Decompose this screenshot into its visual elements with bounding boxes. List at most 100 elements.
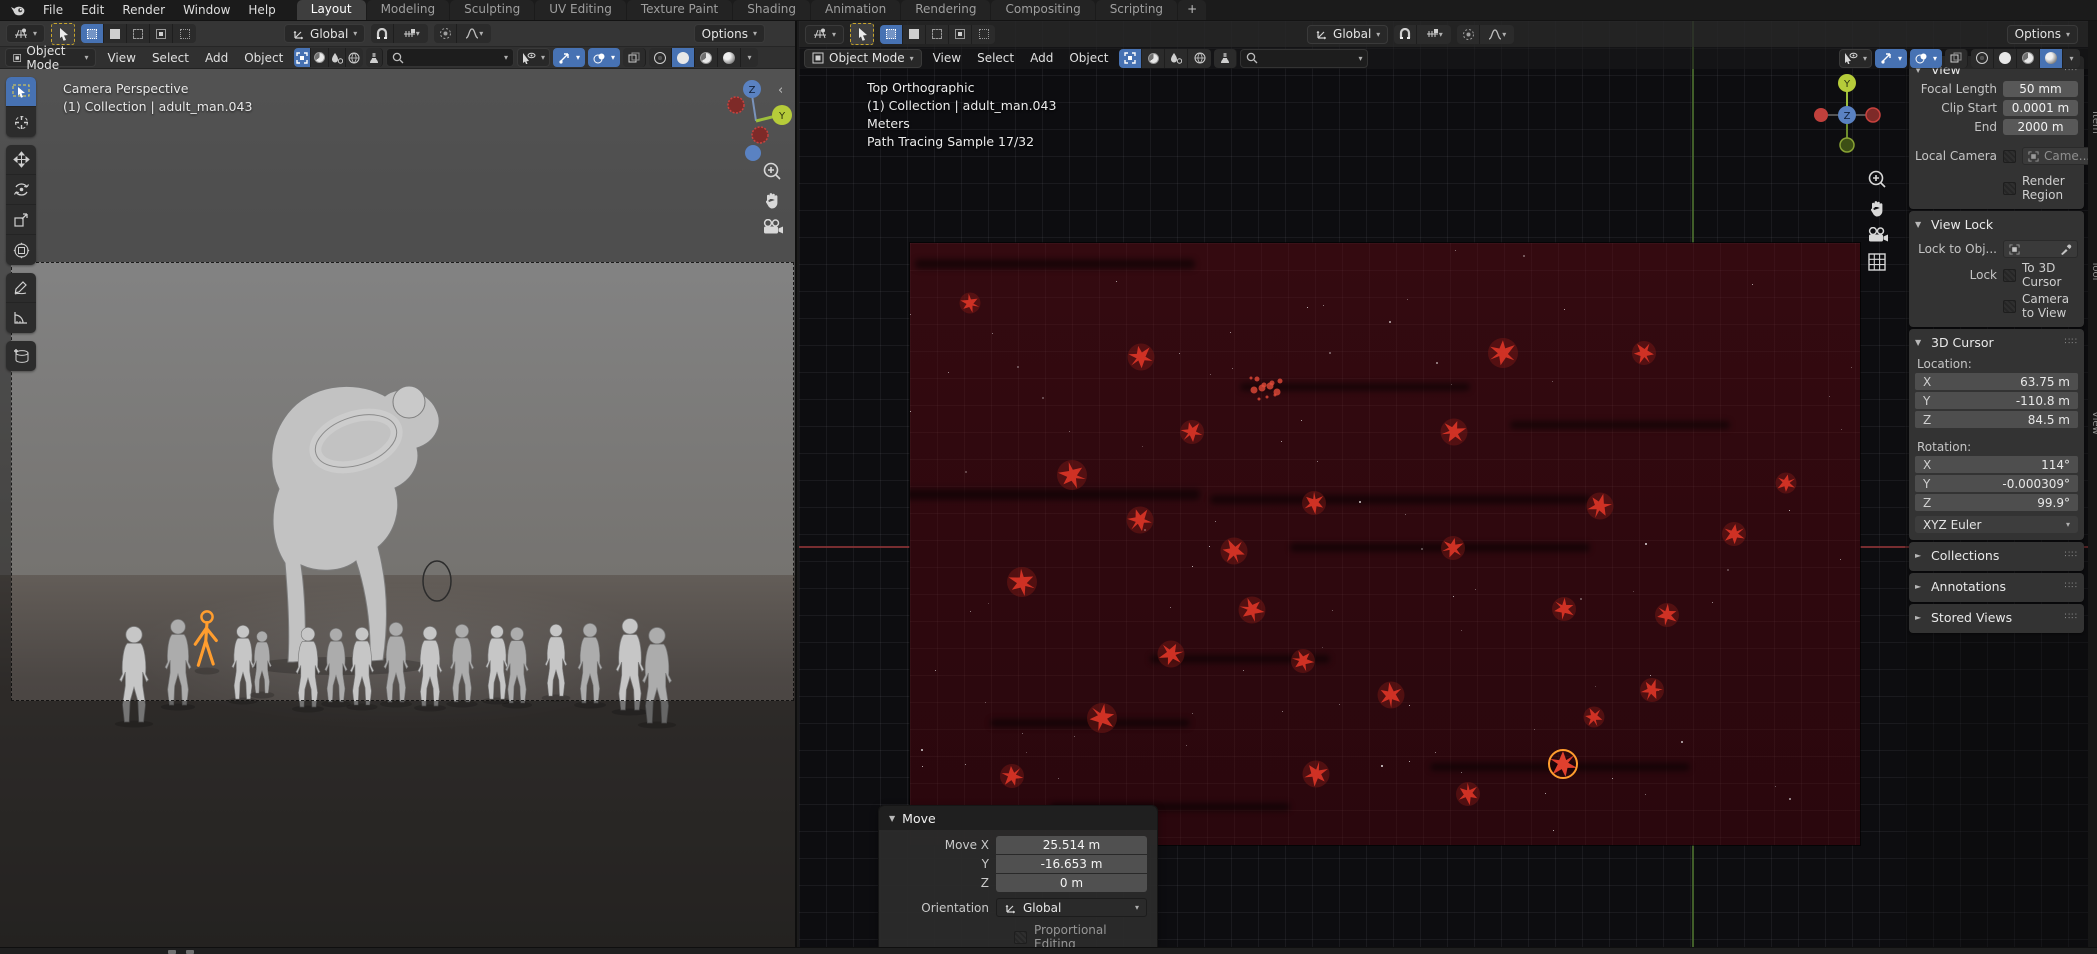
gizmos-dropdown[interactable]: ▾ (553, 48, 585, 67)
to-3d-cursor-checkbox[interactable] (2003, 269, 2016, 282)
tool-move[interactable] (6, 145, 36, 175)
tab-compositing[interactable]: Compositing (991, 0, 1094, 20)
tab-modeling[interactable]: Modeling (367, 0, 450, 20)
panel-view-lock-header[interactable]: ▼ View Lock (1915, 215, 2078, 233)
focal-length-field[interactable]: 50 mm (2003, 81, 2078, 97)
shading-material-icon[interactable] (695, 48, 718, 67)
pan-hand-icon[interactable] (762, 190, 782, 210)
xray-toggle-icon[interactable] (623, 48, 646, 67)
mode-dropdown[interactable]: Object Mode ▾ (804, 49, 922, 68)
viewport-menu-select[interactable]: Select (144, 48, 197, 68)
add-workspace-tab[interactable]: + (1178, 0, 1206, 20)
statusbar-icon[interactable] (186, 950, 194, 954)
camera-to-view-checkbox[interactable] (2003, 300, 2016, 313)
zoom-icon[interactable] (1867, 169, 1887, 189)
cursor-rotation-x-field[interactable]: X114° (1915, 456, 2078, 473)
shading-material-icon[interactable] (2017, 49, 2040, 68)
mode-dropdown[interactable]: Object Mode ▾ (5, 48, 96, 67)
brush-icon[interactable] (1214, 49, 1237, 68)
panel-3d-cursor-header[interactable]: ▼ 3D Cursor ∷∷ (1915, 333, 2078, 351)
tool-cursor[interactable] (6, 107, 36, 137)
shading-solid-icon[interactable] (672, 48, 695, 67)
tab-uv-editing[interactable]: UV Editing (535, 0, 626, 20)
tab-rendering[interactable]: Rendering (901, 0, 990, 20)
select-mode-set[interactable] (81, 24, 104, 43)
transform-orientation-dropdown[interactable]: Global ▾ (1307, 25, 1388, 44)
search-input[interactable] (408, 51, 500, 65)
options-dropdown[interactable]: Options ▾ (694, 24, 765, 43)
viewport-menu-object[interactable]: Object (236, 48, 291, 68)
clip-end-field[interactable]: 2000 m (2003, 119, 2078, 135)
zoom-icon[interactable] (762, 161, 782, 181)
menu-render[interactable]: Render (113, 0, 174, 21)
cursor-location-x-field[interactable]: X63.75 m (1915, 373, 2078, 390)
options-dropdown[interactable]: Options ▾ (2007, 25, 2078, 44)
cursor-rotation-z-field[interactable]: Z99.9° (1915, 494, 2078, 511)
menu-file[interactable]: File (34, 0, 72, 21)
menu-help[interactable]: Help (239, 0, 284, 21)
gizmos-dropdown[interactable]: ▾ (1875, 49, 1907, 68)
tool-select-box[interactable] (6, 77, 36, 107)
select-mode-subtract[interactable] (926, 25, 949, 44)
snap-target-dropdown[interactable]: ▾ (1417, 25, 1451, 44)
viewport-menu-view[interactable]: View (925, 48, 969, 68)
tab-layout[interactable]: Layout (297, 0, 366, 20)
select-mode-extend[interactable] (903, 25, 926, 44)
search-input[interactable] (1262, 51, 1354, 65)
transfer-mode-icon[interactable] (1119, 49, 1142, 68)
grip-icon[interactable]: ∷∷ (2065, 550, 2078, 560)
snap-magnet-icon[interactable] (1394, 25, 1417, 44)
select-mode-subtract[interactable] (127, 24, 150, 43)
select-mode-extend[interactable] (104, 24, 127, 43)
sculpt-sphere-icon[interactable] (1142, 49, 1165, 68)
menu-edit[interactable]: Edit (72, 0, 113, 21)
tab-sculpting[interactable]: Sculpting (450, 0, 534, 20)
camera-view-icon[interactable] (762, 219, 784, 235)
sculpt-sphere-icon[interactable] (311, 48, 328, 67)
tool-measure[interactable] (6, 303, 36, 333)
transform-orientation-dropdown[interactable]: Global ▾ (284, 24, 365, 43)
shading-dropdown[interactable]: ▾ (741, 48, 758, 67)
tab-shading[interactable]: Shading (733, 0, 810, 20)
sidebar-collapse-arrow[interactable]: ‹ (778, 83, 783, 98)
panel-stored-views-header[interactable]: ►Stored Views∷∷ (1915, 608, 2078, 626)
viewport-menu-view[interactable]: View (99, 48, 143, 68)
paint-drop-icon[interactable] (1165, 49, 1188, 68)
move-orientation-dropdown[interactable]: Global ▾ (996, 898, 1147, 917)
shading-solid-icon[interactable] (1994, 49, 2017, 68)
cursor-rotation-y-field[interactable]: Y-0.000309° (1915, 475, 2078, 492)
panel-collections-header[interactable]: ►Collections∷∷ (1915, 546, 2078, 564)
local-camera-field[interactable]: Came... × (2022, 147, 2088, 165)
select-mode-invert[interactable] (949, 25, 972, 44)
navigation-gizmo[interactable]: Y Z (1811, 69, 1883, 161)
active-tool-select-box[interactable] (51, 23, 75, 45)
move-panel-header[interactable]: ▼ Move (879, 806, 1157, 830)
tool-transform[interactable] (6, 235, 36, 265)
grip-icon[interactable]: ∷∷ (2065, 612, 2078, 622)
editor-type-dropdown[interactable]: ▾ (805, 25, 844, 44)
cursor-location-z-field[interactable]: Z84.5 m (1915, 411, 2078, 428)
select-mode-invert[interactable] (150, 24, 173, 43)
blender-logo-icon[interactable] (0, 0, 34, 20)
tool-scale[interactable] (6, 205, 36, 235)
overlays-dropdown[interactable]: ▾ (1910, 49, 1942, 68)
grip-icon[interactable]: ∷∷ (2065, 337, 2078, 347)
selectability-dropdown[interactable]: ▾ (1839, 49, 1872, 68)
xray-toggle-icon[interactable] (1945, 49, 1968, 68)
camera-frame[interactable] (11, 262, 794, 701)
proportional-editing-checkbox[interactable] (1014, 931, 1027, 944)
brush-icon[interactable] (366, 48, 383, 67)
shading-wireframe-icon[interactable] (649, 48, 672, 67)
texture-globe-icon[interactable] (1188, 49, 1211, 68)
selectability-dropdown[interactable]: ▾ (517, 48, 550, 67)
shading-wireframe-icon[interactable] (1971, 49, 1994, 68)
snap-magnet-icon[interactable] (371, 24, 394, 43)
transfer-mode-icon[interactable] (294, 48, 311, 67)
proportional-falloff-dropdown[interactable]: ▾ (457, 24, 491, 43)
tab-scripting[interactable]: Scripting (1096, 0, 1177, 20)
side-tab-item[interactable]: Item (2090, 111, 2097, 134)
viewport-menu-object[interactable]: Object (1061, 48, 1116, 68)
tab-animation[interactable]: Animation (811, 0, 900, 20)
statusbar-icon[interactable] (168, 950, 176, 954)
select-mode-set[interactable] (880, 25, 903, 44)
